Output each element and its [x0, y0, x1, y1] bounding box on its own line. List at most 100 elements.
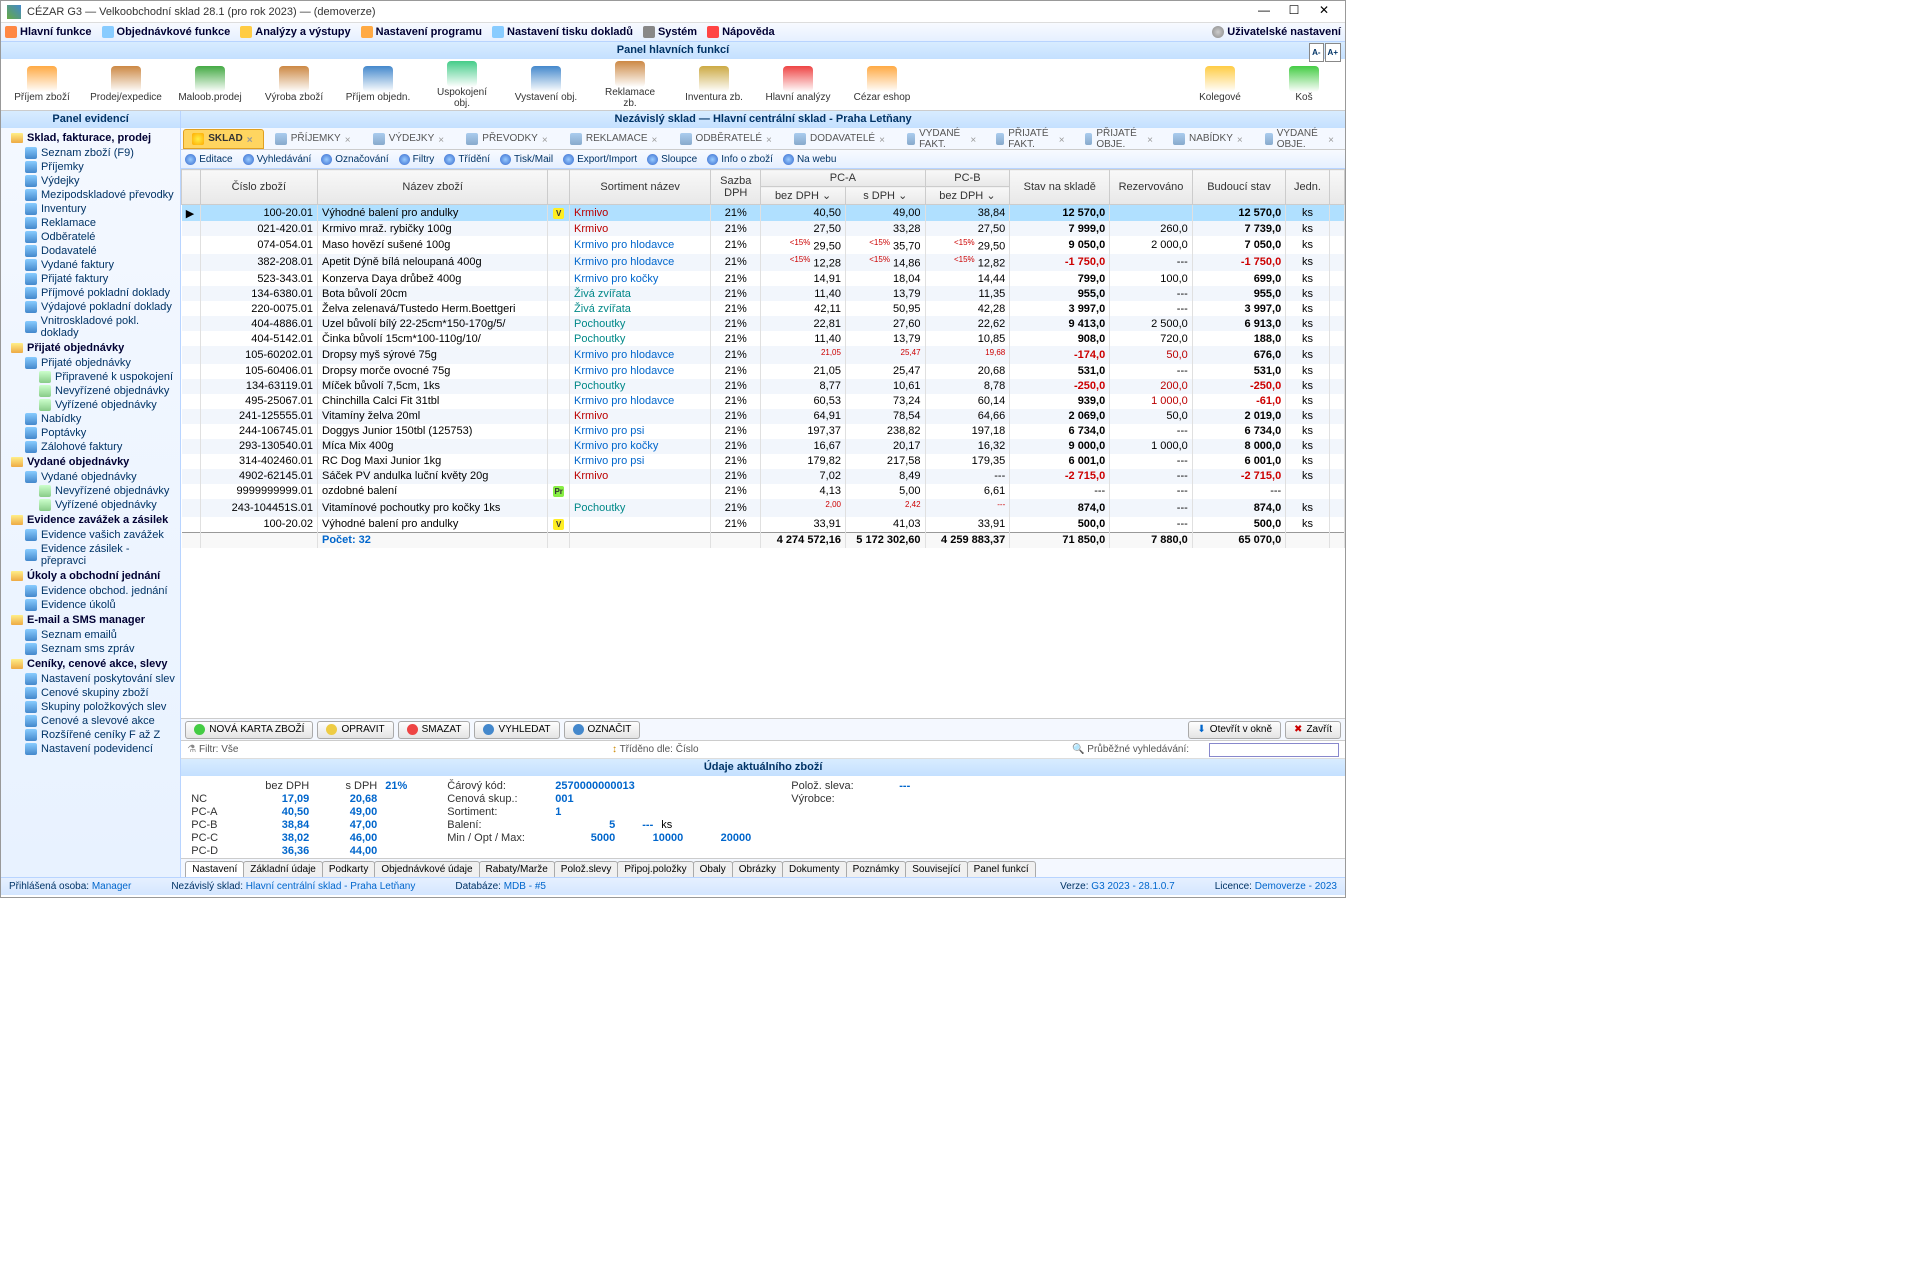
- sidebar-item[interactable]: Přijaté faktury: [1, 272, 180, 286]
- detail-tab-panel-funkcí[interactable]: Panel funkcí: [967, 861, 1036, 877]
- detail-tab-nastavení[interactable]: Nastavení: [185, 861, 244, 877]
- sidebar-item[interactable]: Rozšířené ceníky F až Z: [1, 728, 180, 742]
- toolbar-prodej-expedice[interactable]: Prodej/expedice: [93, 66, 159, 103]
- sidebar-item[interactable]: Nabídky: [1, 412, 180, 426]
- sidebar-item[interactable]: Reklamace: [1, 216, 180, 230]
- toolbar-příjem-objedn-[interactable]: Příjem objedn.: [345, 66, 411, 103]
- table-row[interactable]: 244-106745.01Doggys Junior 150tbl (12575…: [182, 424, 1345, 439]
- table-row[interactable]: 105-60202.01Dropsy myš sýrové 75gKrmivo …: [182, 346, 1345, 364]
- tab-close-icon[interactable]: ×: [542, 135, 550, 143]
- toolbar-hlavní-analýzy[interactable]: Hlavní analýzy: [765, 66, 831, 103]
- subtool-export-import[interactable]: Export/Import: [563, 154, 637, 165]
- table-row[interactable]: 9999999999.01ozdobné baleníPr21%4,135,00…: [182, 484, 1345, 499]
- menu-nápověda[interactable]: Nápověda: [707, 26, 775, 38]
- menu-user-settings[interactable]: Uživatelské nastavení: [1212, 26, 1341, 38]
- tab-odběratelé[interactable]: ODBĚRATELÉ×: [671, 129, 784, 149]
- sidebar-item[interactable]: Příjemky: [1, 160, 180, 174]
- sidebar-item[interactable]: Seznam zboží (F9): [1, 146, 180, 160]
- subtool-sloupce[interactable]: Sloupce: [647, 154, 697, 165]
- col-pca[interactable]: PC-A: [761, 170, 925, 187]
- subtool-třídění[interactable]: Třídění: [444, 154, 490, 165]
- sidebar-item[interactable]: Mezipodskladové převodky: [1, 188, 180, 202]
- col-cislo[interactable]: Číslo zboží: [200, 170, 317, 205]
- detail-tab-poznámky[interactable]: Poznámky: [846, 861, 907, 877]
- sidebar-group[interactable]: E-mail a SMS manager: [1, 612, 180, 628]
- sidebar-item[interactable]: Dodavatelé: [1, 244, 180, 258]
- minimize-button[interactable]: —: [1249, 3, 1279, 21]
- tab-close-icon[interactable]: ×: [1147, 135, 1153, 143]
- tab-close-icon[interactable]: ×: [970, 135, 976, 143]
- mark-button[interactable]: OZNAČIT: [564, 721, 641, 739]
- toolbar-cézar-eshop[interactable]: Cézar eshop: [849, 66, 915, 103]
- detail-tab-související[interactable]: Související: [905, 861, 967, 877]
- sidebar-item[interactable]: Výdejky: [1, 174, 180, 188]
- tab-close-icon[interactable]: ×: [652, 135, 660, 143]
- col-jedn[interactable]: Jedn.: [1286, 170, 1329, 205]
- tab-close-icon[interactable]: ×: [1237, 135, 1245, 143]
- sidebar-group[interactable]: Sklad, fakturace, prodej: [1, 130, 180, 146]
- tab-close-icon[interactable]: ×: [766, 135, 774, 143]
- tab-reklamace[interactable]: REKLAMACE×: [561, 129, 669, 149]
- table-row[interactable]: 100-20.02Výhodné balení pro andulkyV21%3…: [182, 517, 1345, 533]
- menu-objednávkové-funkce[interactable]: Objednávkové funkce: [102, 26, 231, 38]
- sidebar-item[interactable]: Vydané faktury: [1, 258, 180, 272]
- font-larger-button[interactable]: A+: [1325, 43, 1341, 62]
- sidebar-item[interactable]: Evidence obchod. jednání: [1, 584, 180, 598]
- tab-vydané-fakt-[interactable]: VYDANÉ FAKT.×: [898, 129, 985, 149]
- edit-button[interactable]: OPRAVIT: [317, 721, 393, 739]
- toolbar-maloob-prodej[interactable]: Maloob.prodej: [177, 66, 243, 103]
- sidebar-item[interactable]: Evidence vašich zavážek: [1, 528, 180, 542]
- table-row[interactable]: 404-5142.01Činka bůvolí 15cm*100-110g/10…: [182, 331, 1345, 346]
- col-pcb[interactable]: PC-B: [925, 170, 1010, 187]
- col-nazev[interactable]: Název zboží: [317, 170, 547, 205]
- detail-tab-obaly[interactable]: Obaly: [693, 861, 733, 877]
- new-card-button[interactable]: NOVÁ KARTA ZBOŽÍ: [185, 721, 313, 739]
- tab-close-icon[interactable]: ×: [438, 135, 446, 143]
- tab-sklad[interactable]: SKLAD×: [183, 129, 263, 149]
- toolbar-uspokojení-obj-[interactable]: Uspokojení obj.: [429, 61, 495, 109]
- detail-tab-polož-slevy[interactable]: Polož.slevy: [554, 861, 619, 877]
- detail-tab-obrázky[interactable]: Obrázky: [732, 861, 783, 877]
- sidebar-item[interactable]: Příjmové pokladní doklady: [1, 286, 180, 300]
- maximize-button[interactable]: ☐: [1279, 3, 1309, 21]
- table-row[interactable]: 243-104451S.01Vitamínové pochoutky pro k…: [182, 499, 1345, 517]
- open-window-button[interactable]: ⬇Otevřít v okně: [1188, 721, 1281, 739]
- toolbar-reklamace-zb-[interactable]: Reklamace zb.: [597, 61, 663, 109]
- subtool-na-webu[interactable]: Na webu: [783, 154, 836, 165]
- subtool-filtry[interactable]: Filtry: [399, 154, 435, 165]
- table-row[interactable]: 021-420.01Krmivo mraž. rybičky 100gKrmiv…: [182, 221, 1345, 236]
- subtool-označování[interactable]: Označování: [321, 154, 388, 165]
- tab-dodavatelé[interactable]: DODAVATELÉ×: [785, 129, 896, 149]
- tab-close-icon[interactable]: ×: [1328, 135, 1334, 143]
- search-input[interactable]: [1209, 743, 1339, 757]
- sidebar-item[interactable]: Výdajové pokladní doklady: [1, 300, 180, 314]
- tab-close-icon[interactable]: ×: [1059, 135, 1065, 143]
- detail-tab-objednávkové-údaje[interactable]: Objednávkové údaje: [374, 861, 479, 877]
- sidebar-item[interactable]: Nastavení poskytování slev: [1, 672, 180, 686]
- subtool-info-o-zboží[interactable]: Info o zboží: [707, 154, 773, 165]
- tab-přijaté-obje-[interactable]: PŘIJATÉ OBJE.×: [1076, 129, 1162, 149]
- sidebar-subitem[interactable]: Připravené k uspokojení: [1, 370, 180, 384]
- table-row[interactable]: ▶100-20.01Výhodné balení pro andulkyVKrm…: [182, 205, 1345, 222]
- table-row[interactable]: 523-343.01Konzerva Daya drůbež 400gKrmiv…: [182, 271, 1345, 286]
- table-row[interactable]: 220-0075.01Želva zelenavá/Tustedo Herm.B…: [182, 301, 1345, 316]
- sidebar-item[interactable]: Seznam sms zpráv: [1, 642, 180, 656]
- close-panel-button[interactable]: ✖Zavřít: [1285, 721, 1341, 739]
- tab-close-icon[interactable]: ×: [879, 135, 887, 143]
- sidebar-body[interactable]: Sklad, fakturace, prodejSeznam zboží (F9…: [1, 128, 180, 877]
- sidebar-item[interactable]: Inventury: [1, 202, 180, 216]
- table-row[interactable]: 314-402460.01RC Dog Maxi Junior 1kgKrmiv…: [182, 454, 1345, 469]
- col-stav[interactable]: Stav na skladě: [1010, 170, 1110, 205]
- detail-tab-dokumenty[interactable]: Dokumenty: [782, 861, 847, 877]
- col-pcb-bez[interactable]: bez DPH ⌄: [925, 187, 1010, 205]
- table-row[interactable]: 293-130540.01Míca Mix 400gKrmivo pro koč…: [182, 439, 1345, 454]
- table-row[interactable]: 404-4886.01Uzel bůvolí bílý 22-25cm*150-…: [182, 316, 1345, 331]
- subtool-editace[interactable]: Editace: [185, 154, 232, 165]
- sidebar-subitem[interactable]: Vyřízené objednávky: [1, 398, 180, 412]
- sidebar-item[interactable]: Cenové skupiny zboží: [1, 686, 180, 700]
- sidebar-item[interactable]: Skupiny položkových slev: [1, 700, 180, 714]
- sidebar-group[interactable]: Evidence zavážek a zásilek: [1, 512, 180, 528]
- detail-tab-podkarty[interactable]: Podkarty: [322, 861, 375, 877]
- toolbar-vystavení-obj-[interactable]: Vystavení obj.: [513, 66, 579, 103]
- toolbar-příjem-zboží[interactable]: Příjem zboží: [9, 66, 75, 103]
